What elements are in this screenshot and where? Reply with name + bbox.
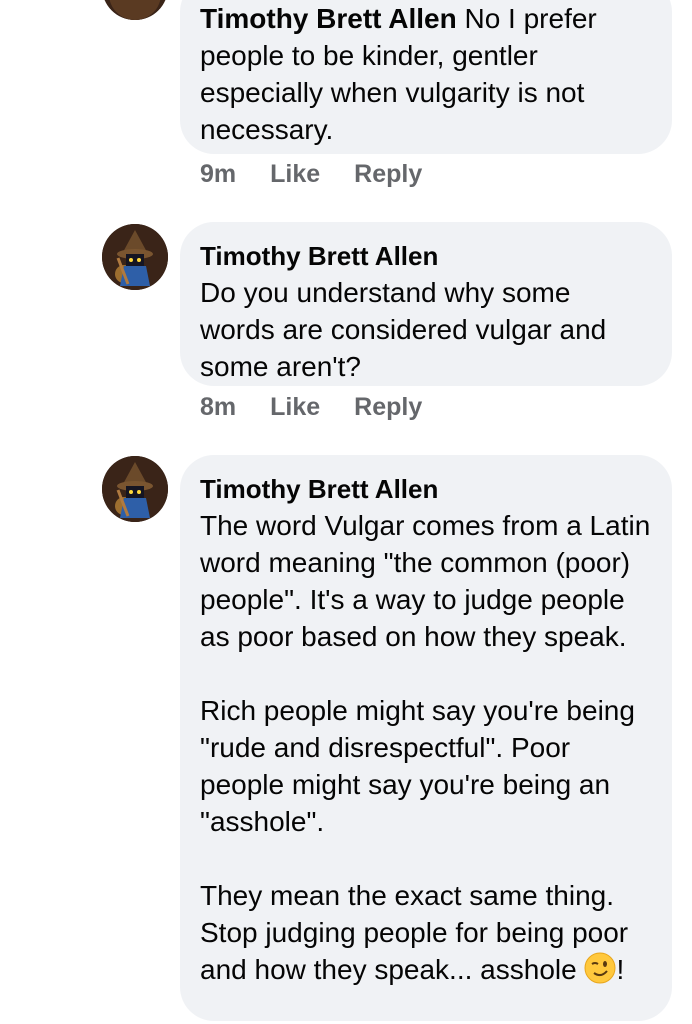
comment-paragraph-last: They mean the exact same thing. Stop jud… (200, 877, 652, 988)
comment-bubble: Timothy Brett Allen No I prefer people t… (180, 0, 672, 154)
black-mage-avatar-icon (102, 456, 168, 522)
comment-text: Do you understand why some words are con… (200, 277, 615, 382)
winking-face-emoji-icon (584, 952, 616, 984)
reply-button[interactable]: Reply (354, 160, 422, 189)
comment-bubble: Timothy Brett Allen The word Vulgar come… (180, 455, 672, 1021)
comment-author[interactable]: Timothy Brett Allen (200, 238, 652, 274)
comment-bubble: Timothy Brett Allen Do you understand wh… (180, 222, 672, 386)
comment-paragraph-text: They mean the exact same thing. Stop jud… (200, 880, 636, 985)
comment-author[interactable]: Timothy Brett Allen (200, 471, 652, 507)
comment-author[interactable]: Timothy Brett Allen (200, 3, 457, 34)
commenter-avatar[interactable] (102, 456, 168, 522)
comment-timestamp[interactable]: 8m (200, 393, 236, 422)
comment-text: Timothy Brett Allen No I prefer people t… (200, 0, 652, 148)
comment-trailing-text: ! (616, 954, 625, 985)
reply-button[interactable]: Reply (354, 393, 422, 422)
comment-paragraph: The word Vulgar comes from a Latin word … (200, 510, 659, 652)
like-button[interactable]: Like (270, 160, 320, 189)
comment-actions: 9m Like Reply (200, 160, 422, 189)
like-button[interactable]: Like (270, 393, 320, 422)
black-mage-avatar-icon (102, 0, 168, 20)
comment-actions: 8m Like Reply (200, 393, 422, 422)
commenter-avatar[interactable] (102, 224, 168, 290)
black-mage-avatar-icon (102, 224, 168, 290)
comment-paragraph: Rich people might say you're being "rude… (200, 695, 643, 837)
comment-timestamp[interactable]: 9m (200, 160, 236, 189)
commenter-avatar[interactable] (102, 0, 168, 20)
